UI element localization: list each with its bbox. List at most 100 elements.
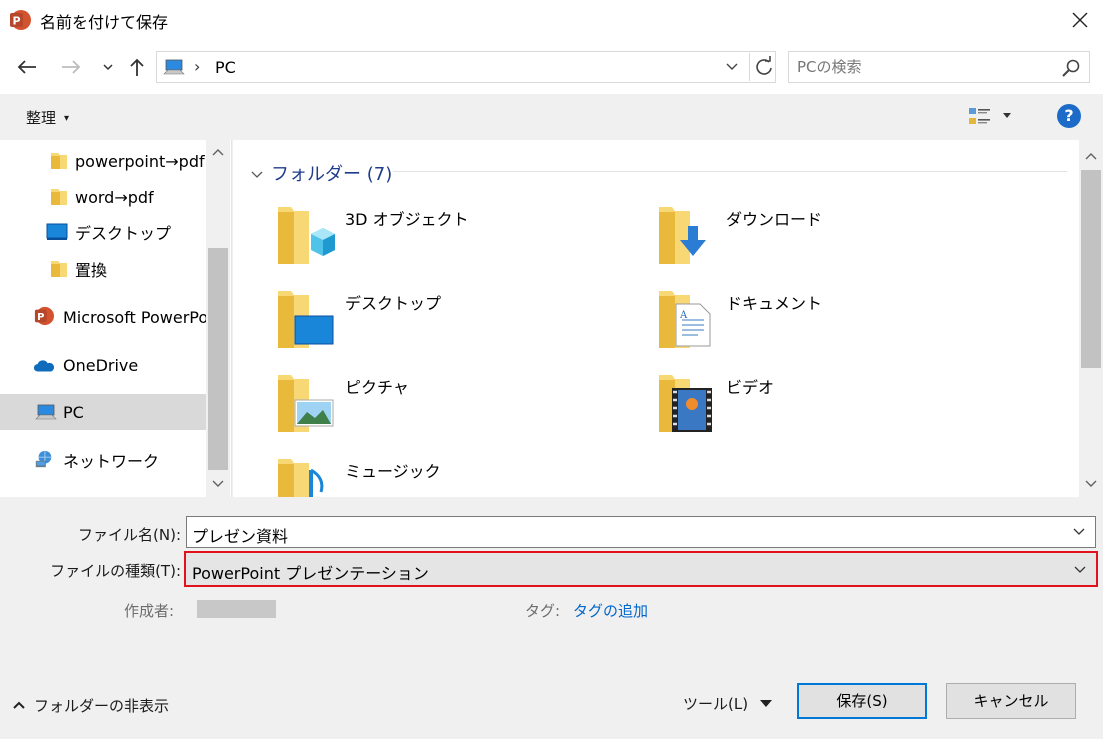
search-icon[interactable] [1061, 58, 1081, 78]
nav-item-replace[interactable]: 置換 [0, 251, 206, 287]
pc-icon [35, 404, 57, 420]
tools-menu[interactable]: ツール(L) [683, 693, 748, 714]
scrollbar-thumb[interactable] [208, 248, 228, 470]
folder-icon [51, 153, 67, 169]
folder-item-3d-objects[interactable]: 3D オブジェクト [277, 204, 637, 280]
group-header[interactable]: フォルダー (7) [251, 160, 392, 186]
pc-icon [163, 59, 185, 75]
arrow-left-icon [17, 60, 36, 74]
navigation-pane: powerpoint→pdf word→pdf デスクトップ 置換 P Micr… [0, 140, 232, 497]
arrow-right-icon [62, 60, 81, 74]
documents-folder-icon: A [659, 291, 711, 348]
nav-item-microsoft-powerpoint[interactable]: P Microsoft PowerPoint [0, 299, 206, 335]
pictures-folder-icon [278, 375, 334, 432]
folder-item-label: デスクトップ [345, 294, 442, 313]
folder-item-label: ドキュメント [726, 294, 823, 313]
chevron-down-icon[interactable] [1073, 527, 1085, 537]
filename-field[interactable]: プレゼン資料 [186, 516, 1096, 548]
nav-item-powerpoint-pdf[interactable]: powerpoint→pdf [0, 143, 206, 179]
divider [393, 171, 1067, 172]
command-bar: 整理 ▾ ? [0, 94, 1103, 140]
videos-folder-icon [659, 375, 712, 432]
folder-item-label: 3D オブジェクト [345, 210, 469, 229]
nav-item-label: ネットワーク [63, 452, 160, 471]
close-icon[interactable] [1064, 4, 1096, 36]
chevron-up-icon[interactable] [1083, 148, 1099, 164]
desktop-folder-icon [278, 291, 334, 348]
chevron-down-icon [103, 64, 113, 71]
svg-text:A: A [679, 310, 688, 321]
chevron-up-icon[interactable] [210, 144, 226, 160]
folder-item-label: ピクチャ [345, 378, 409, 397]
folder-item-videos[interactable]: ビデオ [658, 372, 1018, 448]
divider [749, 53, 750, 81]
svg-text:P: P [12, 15, 20, 28]
chevron-down-icon[interactable] [724, 60, 740, 74]
network-icon [35, 450, 52, 468]
folder-item-desktop[interactable]: デスクトップ [277, 288, 637, 364]
hide-folders-button[interactable]: フォルダーの非表示 [12, 695, 169, 716]
refresh-icon[interactable] [753, 56, 775, 78]
filetype-select[interactable]: PowerPoint プレゼンテーション [184, 551, 1098, 587]
search-box[interactable] [788, 51, 1090, 83]
search-input[interactable] [797, 57, 1047, 77]
file-list-scrollbar[interactable] [1079, 140, 1103, 497]
breadcrumb-pc[interactable]: PC [215, 58, 236, 77]
chevron-down-icon[interactable] [1074, 565, 1086, 575]
nav-item-network[interactable]: ネットワーク [0, 442, 206, 478]
save-form: ファイル名(N): プレゼン資料 ファイルの種類(T): PowerPoint … [0, 497, 1103, 739]
folder-icon [51, 189, 67, 205]
folder-item-pictures[interactable]: ピクチャ [277, 372, 637, 448]
group-header-label: フォルダー (7) [271, 164, 393, 185]
tools-dropdown-icon[interactable] [760, 700, 772, 707]
nav-item-label: powerpoint→pdf [75, 151, 205, 171]
file-list: フォルダー (7) 3D オブジェクト ダウンロード デスクトップ A ドキュメ… [233, 140, 1103, 497]
cancel-button[interactable]: キャンセル [946, 683, 1076, 719]
folder-item-label: ビデオ [726, 378, 775, 397]
recent-locations-button[interactable] [95, 54, 121, 80]
save-button[interactable]: 保存(S) [797, 683, 927, 719]
view-options-icon[interactable] [968, 106, 992, 128]
forward-button[interactable] [58, 54, 84, 80]
filename-label: ファイル名(N): [78, 526, 181, 544]
title-bar: P 名前を付けて保存 [0, 0, 1103, 40]
chevron-down-icon [251, 171, 263, 178]
add-tag-link[interactable]: タグの追加 [573, 600, 648, 621]
navigation-bar: › PC [0, 40, 1103, 94]
folder-item-music[interactable]: ミュージック [277, 456, 637, 497]
organize-menu[interactable]: 整理 ▾ [26, 107, 69, 128]
author-label: 作成者: [124, 602, 175, 620]
filetype-label: ファイルの種類(T): [50, 562, 181, 580]
back-button[interactable] [14, 54, 40, 80]
filetype-value: PowerPoint プレゼンテーション [192, 564, 429, 583]
author-value-redacted[interactable] [197, 600, 276, 618]
nav-item-label: word→pdf [75, 187, 154, 207]
nav-pane-scrollbar[interactable] [206, 140, 230, 497]
folder-icon [51, 261, 67, 277]
chevron-down-icon[interactable] [1083, 476, 1099, 492]
folder-item-label: ダウンロード [726, 210, 823, 229]
nav-item-word-pdf[interactable]: word→pdf [0, 179, 206, 215]
powerpoint-icon: P [34, 306, 54, 326]
address-bar[interactable]: › PC [156, 51, 776, 83]
desktop-icon [46, 223, 68, 240]
nav-item-label: 置換 [75, 261, 108, 280]
view-dropdown-icon[interactable] [1003, 113, 1011, 118]
nav-item-pc[interactable]: PC [0, 394, 206, 430]
up-button[interactable] [124, 54, 150, 80]
chevron-down-icon[interactable] [210, 476, 226, 492]
folder-item-label: ミュージック [345, 462, 441, 481]
hide-folders-label: フォルダーの非表示 [34, 697, 170, 715]
folder-item-downloads[interactable]: ダウンロード [658, 204, 1018, 280]
folder-item-documents[interactable]: A ドキュメント [658, 288, 1018, 364]
filename-value[interactable]: プレゼン資料 [192, 523, 288, 547]
scrollbar-thumb[interactable] [1081, 170, 1101, 368]
nav-item-label: Microsoft PowerPoint [63, 307, 206, 327]
help-button[interactable]: ? [1057, 104, 1081, 128]
nav-item-label: PC [63, 402, 84, 422]
nav-item-onedrive[interactable]: OneDrive [0, 347, 206, 383]
3d-objects-folder-icon [278, 207, 335, 264]
nav-item-desktop[interactable]: デスクトップ [0, 214, 206, 250]
tags-label: タグ: [525, 602, 561, 620]
nav-item-label: OneDrive [63, 355, 139, 375]
